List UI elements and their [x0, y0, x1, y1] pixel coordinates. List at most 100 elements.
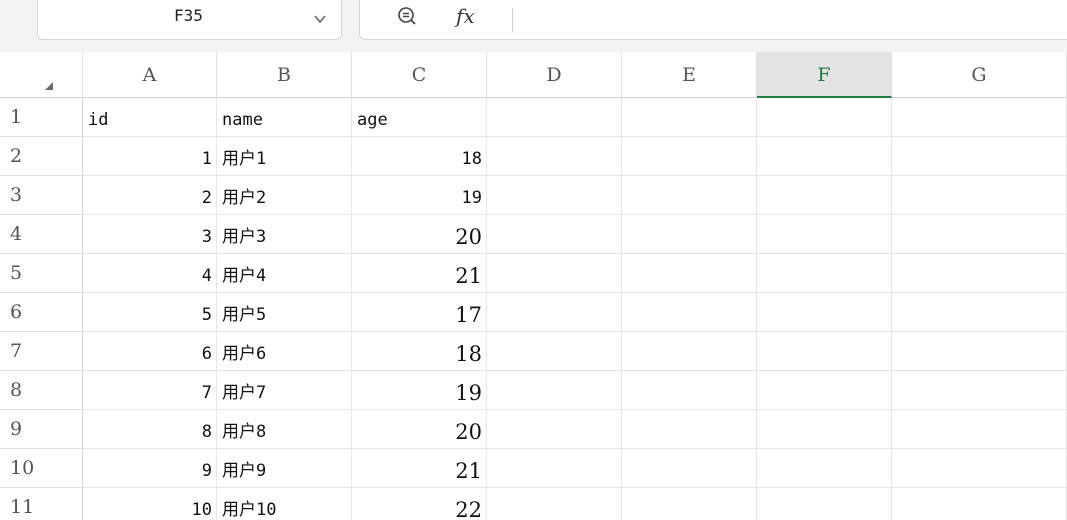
- cell-d9[interactable]: [487, 410, 622, 449]
- sheet-grid[interactable]: ABCDEFG 1 id name age 2 1 用户1 18 3 2 用户2 19 4 3 用户3 20 5…: [0, 52, 1067, 520]
- cell-b10[interactable]: 用户9: [217, 449, 352, 488]
- cell-c2[interactable]: 18: [352, 137, 487, 176]
- cell-f8[interactable]: [757, 371, 892, 410]
- cell-a3[interactable]: 2: [83, 176, 217, 215]
- cell-c1[interactable]: age: [352, 98, 487, 137]
- cell-c11[interactable]: 22: [352, 488, 487, 520]
- cell-e6[interactable]: [622, 293, 757, 332]
- cell-e10[interactable]: [622, 449, 757, 488]
- cell-c5[interactable]: 21: [352, 254, 487, 293]
- row-header[interactable]: 7: [0, 332, 83, 371]
- fx-icon[interactable]: fx: [456, 4, 475, 28]
- cell-a11[interactable]: 10: [83, 488, 217, 520]
- cell-f6[interactable]: [757, 293, 892, 332]
- cell-f7[interactable]: [757, 332, 892, 371]
- cell-f4[interactable]: [757, 215, 892, 254]
- cell-f5[interactable]: [757, 254, 892, 293]
- cell-g9[interactable]: [892, 410, 1067, 449]
- cell-c10[interactable]: 21: [352, 449, 487, 488]
- cell-d3[interactable]: [487, 176, 622, 215]
- cell-e1[interactable]: [622, 98, 757, 137]
- column-header-f[interactable]: F: [757, 52, 892, 98]
- cell-b5[interactable]: 用户4: [217, 254, 352, 293]
- column-header-g[interactable]: G: [892, 52, 1067, 98]
- cell-d5[interactable]: [487, 254, 622, 293]
- cell-e5[interactable]: [622, 254, 757, 293]
- column-header-a[interactable]: A: [83, 52, 217, 98]
- row-header[interactable]: 1: [0, 98, 83, 137]
- cell-b7[interactable]: 用户6: [217, 332, 352, 371]
- cell-f3[interactable]: [757, 176, 892, 215]
- select-all-corner[interactable]: [0, 52, 83, 98]
- row-header[interactable]: 11: [0, 488, 83, 520]
- cell-a9[interactable]: 8: [83, 410, 217, 449]
- column-header-b[interactable]: B: [217, 52, 352, 98]
- cell-b6[interactable]: 用户5: [217, 293, 352, 332]
- row-header[interactable]: 4: [0, 215, 83, 254]
- column-header-d[interactable]: D: [487, 52, 622, 98]
- row-header[interactable]: 3: [0, 176, 83, 215]
- row-header[interactable]: 10: [0, 449, 83, 488]
- cell-e4[interactable]: [622, 215, 757, 254]
- cell-d2[interactable]: [487, 137, 622, 176]
- cell-g10[interactable]: [892, 449, 1067, 488]
- select-all-triangle-icon[interactable]: [45, 82, 53, 90]
- cell-e8[interactable]: [622, 371, 757, 410]
- cell-f10[interactable]: [757, 449, 892, 488]
- cell-g3[interactable]: [892, 176, 1067, 215]
- cell-e9[interactable]: [622, 410, 757, 449]
- cell-a10[interactable]: 9: [83, 449, 217, 488]
- cell-c6[interactable]: 17: [352, 293, 487, 332]
- cell-a5[interactable]: 4: [83, 254, 217, 293]
- cell-c9[interactable]: 20: [352, 410, 487, 449]
- cell-a2[interactable]: 1: [83, 137, 217, 176]
- cell-d4[interactable]: [487, 215, 622, 254]
- cell-a4[interactable]: 3: [83, 215, 217, 254]
- column-header-e[interactable]: E: [622, 52, 757, 98]
- zoom-formula-icon[interactable]: [396, 5, 418, 27]
- cell-f11[interactable]: [757, 488, 892, 520]
- name-box[interactable]: F35: [37, 0, 342, 40]
- cell-g4[interactable]: [892, 215, 1067, 254]
- cell-d1[interactable]: [487, 98, 622, 137]
- cell-g8[interactable]: [892, 371, 1067, 410]
- cell-b11[interactable]: 用户10: [217, 488, 352, 520]
- cell-a1[interactable]: id: [83, 98, 217, 137]
- cell-b8[interactable]: 用户7: [217, 371, 352, 410]
- cell-c7[interactable]: 18: [352, 332, 487, 371]
- cell-b3[interactable]: 用户2: [217, 176, 352, 215]
- cell-g2[interactable]: [892, 137, 1067, 176]
- row-header[interactable]: 2: [0, 137, 83, 176]
- cell-a7[interactable]: 6: [83, 332, 217, 371]
- name-box-value[interactable]: F35: [174, 6, 203, 25]
- cell-b9[interactable]: 用户8: [217, 410, 352, 449]
- cell-f9[interactable]: [757, 410, 892, 449]
- cell-e7[interactable]: [622, 332, 757, 371]
- row-header[interactable]: 6: [0, 293, 83, 332]
- cell-d8[interactable]: [487, 371, 622, 410]
- cell-e2[interactable]: [622, 137, 757, 176]
- cell-f1[interactable]: [757, 98, 892, 137]
- cell-g6[interactable]: [892, 293, 1067, 332]
- row-header[interactable]: 9: [0, 410, 83, 449]
- cell-g7[interactable]: [892, 332, 1067, 371]
- cell-d11[interactable]: [487, 488, 622, 520]
- column-header-c[interactable]: C: [352, 52, 487, 98]
- row-header[interactable]: 8: [0, 371, 83, 410]
- cell-c3[interactable]: 19: [352, 176, 487, 215]
- cell-g5[interactable]: [892, 254, 1067, 293]
- formula-input[interactable]: fx: [359, 0, 1067, 40]
- chevron-down-icon[interactable]: [311, 10, 329, 28]
- cell-b4[interactable]: 用户3: [217, 215, 352, 254]
- cell-b1[interactable]: name: [217, 98, 352, 137]
- cell-a8[interactable]: 7: [83, 371, 217, 410]
- cell-c4[interactable]: 20: [352, 215, 487, 254]
- cell-f2[interactable]: [757, 137, 892, 176]
- cell-d7[interactable]: [487, 332, 622, 371]
- row-header[interactable]: 5: [0, 254, 83, 293]
- cell-b2[interactable]: 用户1: [217, 137, 352, 176]
- cell-g11[interactable]: [892, 488, 1067, 520]
- cell-e11[interactable]: [622, 488, 757, 520]
- cell-d6[interactable]: [487, 293, 622, 332]
- cell-d10[interactable]: [487, 449, 622, 488]
